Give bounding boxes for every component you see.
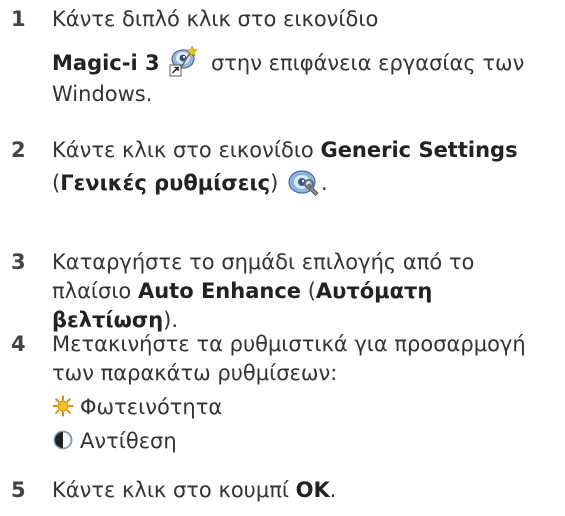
instruction-document: 1 Κάντε διπλό κλικ στο εικονίδιο Magic-i… — [0, 0, 565, 516]
brightness-icon — [52, 395, 74, 417]
step-body: Κάντε διπλό κλικ στο εικονίδιο Magic-i 3 — [52, 5, 560, 109]
step-text: Κάντε διπλό κλικ στο εικονίδιο — [52, 7, 379, 31]
contrast-icon — [52, 429, 74, 451]
step-body: Κάντε κλικ στο κουμπί OK. — [52, 476, 560, 505]
setting-name-greek: Γενικές ρυθμίσεις — [60, 171, 271, 195]
step-body: Μετακινήστε τα ρυθμιστικά για προσαρμογή… — [52, 330, 560, 456]
step-text-part: ( — [301, 279, 316, 303]
setting-item-label: Αντίθεση — [80, 429, 177, 453]
step-number: 3 — [11, 250, 26, 274]
step-number: 1 — [11, 7, 26, 31]
setting-name-greek: Αυτόματη — [315, 279, 433, 303]
step-text: των παρακάτω ρυθμίσεων: — [52, 361, 338, 385]
setting-item: Φωτεινότητα — [52, 393, 560, 422]
step-text: στην επιφάνεια εργασίας των — [204, 51, 525, 75]
step-text: Μετακινήστε τα ρυθμιστικά για προσαρμογή — [52, 332, 526, 356]
step-text-part: Κάντε κλικ στο εικονίδιο — [52, 138, 321, 162]
step-text-part: ). — [163, 308, 179, 332]
ok-button-name: OK — [295, 478, 330, 502]
step-body: Κάντε κλικ στο εικονίδιο Generic Setting… — [52, 136, 560, 199]
step-text: Κάντε κλικ στο εικονίδιο Generic Setting… — [52, 136, 560, 165]
setting-item: Αντίθεση — [52, 427, 560, 456]
step-text-part: ( — [52, 171, 61, 195]
setting-name: Generic Settings — [320, 138, 518, 162]
step-number: 5 — [11, 478, 26, 502]
setting-name-greek: βελτίωση — [52, 308, 164, 332]
step-number: 2 — [11, 138, 26, 162]
setting-name: Auto Enhance — [137, 279, 302, 303]
step-text: Windows. — [52, 82, 153, 106]
magic-i-3-shortcut-icon — [168, 45, 200, 77]
step-text-part: Κάντε κλικ στο κουμπί — [52, 478, 296, 502]
step-text: Magic-i 3 στην επιφάνεια εργασίας των — [52, 45, 560, 80]
step-text-part: πλαίσιο — [52, 279, 138, 303]
period-text: . — [320, 171, 328, 195]
step-text: Κάντε κλικ στο κουμπί OK. — [52, 476, 560, 505]
step-text-part: ) — [270, 171, 279, 195]
step-body: Καταργήστε το σημάδι επιλογής από το πλα… — [52, 248, 560, 335]
step-text: (Γενικές ρυθμίσεις) . — [52, 169, 560, 199]
generic-settings-icon — [287, 167, 321, 197]
step-text: πλαίσιο Auto Enhance (Αυτόματη — [52, 277, 560, 306]
setting-item-label: Φωτεινότητα — [80, 395, 223, 419]
step-number: 4 — [11, 332, 26, 356]
step-text: Καταργήστε το σημάδι επιλογής από το — [52, 250, 475, 274]
step-text-part: . — [329, 478, 337, 502]
app-name: Magic-i 3 — [52, 51, 160, 75]
